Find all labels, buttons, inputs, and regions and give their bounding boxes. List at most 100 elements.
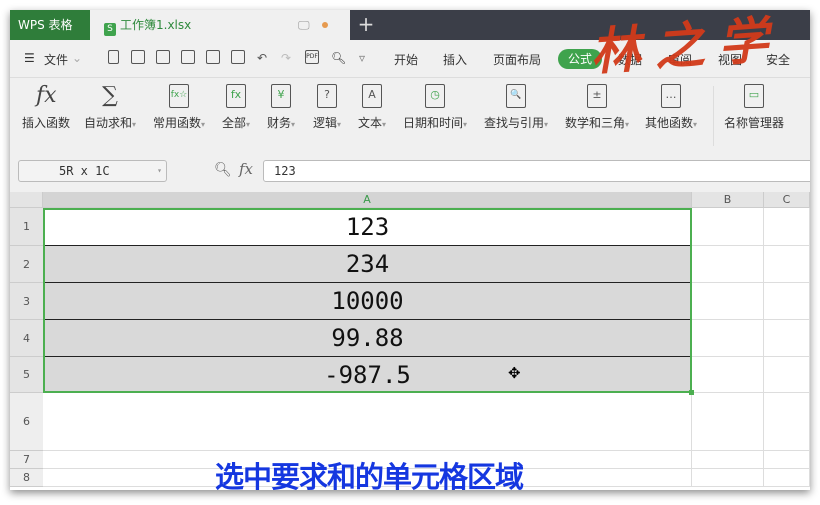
- label: 日期和时间: [403, 116, 464, 130]
- cell-c2[interactable]: [764, 246, 810, 283]
- dropdown-arrow-icon: ▾: [693, 120, 698, 129]
- row-header-1[interactable]: 1: [10, 208, 43, 246]
- zoom-preview-icon[interactable]: [231, 50, 245, 64]
- unsaved-dot-icon: [322, 22, 328, 28]
- more-dropdown-icon[interactable]: ▿: [359, 51, 365, 65]
- question-book-icon: ?: [317, 84, 338, 108]
- cell-b6[interactable]: [692, 393, 764, 451]
- insert-function-button[interactable]: fx 插入函数: [22, 84, 70, 131]
- cell-c8[interactable]: [764, 469, 810, 487]
- name-manager-button[interactable]: ▭ 名称管理器: [724, 84, 784, 131]
- cell-a5[interactable]: -987.5: [43, 357, 692, 393]
- cell-b5[interactable]: [692, 357, 764, 393]
- tab-document[interactable]: S 工作簿1.xlsx 🖵: [90, 10, 350, 40]
- row-header-7[interactable]: 7: [10, 451, 43, 469]
- logical-button[interactable]: ? 逻辑▾: [313, 84, 341, 131]
- hamburger-icon[interactable]: ☰: [24, 51, 35, 65]
- cell-b2[interactable]: [692, 246, 764, 283]
- row-header-6[interactable]: 6: [10, 393, 43, 451]
- text-button[interactable]: A 文本▾: [358, 84, 386, 131]
- dropdown-arrow-icon: ▾: [291, 120, 296, 129]
- row-header-3[interactable]: 3: [10, 283, 43, 320]
- cell-c7[interactable]: [764, 451, 810, 469]
- column-header-c[interactable]: C: [764, 192, 810, 208]
- formula-input[interactable]: 123: [263, 160, 810, 182]
- tab-wps-home[interactable]: WPS 表格: [10, 10, 90, 40]
- menu-file[interactable]: 文件: [44, 51, 68, 68]
- common-functions-button[interactable]: fx☆ 常用函数▾: [153, 84, 205, 131]
- clock-book-icon: ◷: [425, 84, 446, 108]
- cell-a1[interactable]: 123: [43, 208, 692, 246]
- math-trig-button[interactable]: ± 数学和三角▾: [565, 84, 629, 131]
- formula-bar: 5R x 1C ▾ 🔍︎ fx 123: [10, 157, 810, 187]
- cell-c6[interactable]: [764, 393, 810, 451]
- name-box[interactable]: 5R x 1C ▾: [18, 160, 167, 182]
- menu-start[interactable]: 开始: [394, 51, 418, 68]
- dropdown-arrow-icon: ▾: [382, 120, 387, 129]
- spreadsheet-grid: A B C 1 2 3 4 5 6 7 8 123 234 10000 99.8…: [10, 192, 810, 490]
- chevron-down-icon[interactable]: ⌄: [72, 51, 82, 65]
- new-file-icon[interactable]: [108, 50, 119, 64]
- cell-b3[interactable]: [692, 283, 764, 320]
- redo-icon[interactable]: ↷: [281, 51, 291, 65]
- fx-icon: fx: [36, 83, 57, 108]
- all-functions-button[interactable]: fx 全部▾: [222, 84, 250, 131]
- label: 文本: [358, 116, 383, 130]
- other-functions-button[interactable]: … 其他函数▾: [645, 84, 697, 131]
- row-header-5[interactable]: 5: [10, 357, 43, 393]
- dropdown-arrow-icon: ▾: [463, 120, 468, 129]
- fx-icon[interactable]: fx: [239, 160, 253, 178]
- dropdown-arrow-icon[interactable]: ▾: [157, 161, 162, 181]
- cell-a6[interactable]: [43, 393, 692, 451]
- cell-b1[interactable]: [692, 208, 764, 246]
- cell-c3[interactable]: [764, 283, 810, 320]
- select-all-corner[interactable]: [10, 192, 43, 208]
- menu-page-layout[interactable]: 页面布局: [493, 51, 541, 68]
- autosum-button[interactable]: ∑ 自动求和▾: [84, 84, 136, 131]
- column-header-a[interactable]: A: [43, 192, 692, 208]
- column-header-b[interactable]: B: [692, 192, 764, 208]
- cell-c4[interactable]: [764, 320, 810, 357]
- cell-a3[interactable]: 10000: [43, 283, 692, 320]
- text-book-icon: A: [362, 84, 383, 108]
- row-header-8[interactable]: 8: [10, 469, 43, 487]
- fill-handle[interactable]: [689, 390, 694, 395]
- monitor-icon[interactable]: 🖵: [298, 10, 310, 40]
- cell-c1[interactable]: [764, 208, 810, 246]
- name-box-value: 5R x 1C: [59, 164, 110, 178]
- save-icon[interactable]: [156, 50, 170, 64]
- new-tab-button[interactable]: +: [355, 10, 377, 40]
- pdf-export-icon[interactable]: PDF: [305, 50, 319, 64]
- lookup-reference-button[interactable]: 🔍 查找与引用▾: [484, 84, 548, 131]
- label: 其他函数: [645, 116, 694, 130]
- row-header-4[interactable]: 4: [10, 320, 43, 357]
- calligraphy-watermark: 林之学: [588, 9, 785, 82]
- cell-b4[interactable]: [692, 320, 764, 357]
- formula-ribbon: fx 插入函数 ∑ 自动求和▾ fx☆ 常用函数▾ fx 全部▾ ¥ 财务▾ ? 逻辑▾ A…: [10, 78, 810, 144]
- dots-book-icon: …: [661, 84, 682, 108]
- label: 全部: [222, 116, 247, 130]
- tutorial-caption: 选中要求和的单元格区域: [215, 460, 524, 490]
- row-header-2[interactable]: 2: [10, 246, 43, 283]
- print-icon[interactable]: [181, 50, 195, 64]
- print-preview-icon[interactable]: [206, 50, 220, 64]
- financial-button[interactable]: ¥ 财务▾: [267, 84, 295, 131]
- label: 财务: [267, 116, 292, 130]
- spreadsheet-icon: S: [104, 23, 116, 36]
- cell-b7[interactable]: [692, 451, 764, 469]
- cell-c5[interactable]: [764, 357, 810, 393]
- undo-icon[interactable]: ↶: [257, 51, 267, 65]
- document-title: 工作簿1.xlsx: [120, 18, 192, 32]
- fx-star-icon: fx☆: [169, 84, 190, 108]
- label: 查找与引用: [484, 116, 545, 130]
- search-icon[interactable]: 🔍︎: [331, 51, 346, 65]
- cell-a2[interactable]: 234: [43, 246, 692, 283]
- cell-b8[interactable]: [692, 469, 764, 487]
- dropdown-arrow-icon: ▾: [246, 120, 251, 129]
- label: 自动求和: [84, 116, 133, 130]
- menu-insert[interactable]: 插入: [443, 51, 467, 68]
- zoom-search-icon[interactable]: 🔍︎: [214, 162, 232, 178]
- cell-a4[interactable]: 99.88: [43, 320, 692, 357]
- date-time-button[interactable]: ◷ 日期和时间▾: [403, 84, 467, 131]
- open-folder-icon[interactable]: [131, 50, 145, 64]
